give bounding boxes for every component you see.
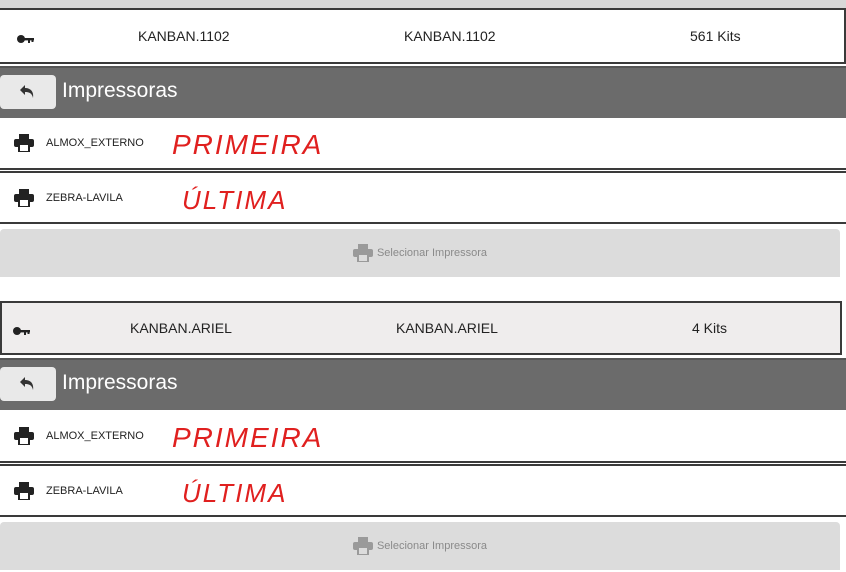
annotation-primeira: PRIMEIRA [172,129,323,160]
annotation-ultima: ÚLTIMA [182,185,287,215]
printer-name: ZEBRA-LAVILA [46,485,123,497]
select-printer-button[interactable]: Selecionar Impressora [0,229,840,277]
svg-text:PRIMEIRA: PRIMEIRA [172,129,323,160]
printer-icon [352,244,373,262]
kanban-code: KANBAN.ARIEL [130,320,232,336]
kanban-kits: 4 Kits [692,320,728,336]
svg-text:ÚLTIMA: ÚLTIMA [182,185,287,215]
svg-text:ÚLTIMA: ÚLTIMA [182,478,287,508]
kanban-description: KANBAN.ARIEL [396,320,498,336]
printer-name: ALMOX_EXTERNO [46,137,144,149]
printer-item-almox-externo[interactable]: ALMOX_EXTERNO PRIMEIRA [0,118,846,170]
svg-text:PRIMEIRA: PRIMEIRA [172,422,323,453]
kanban-row[interactable]: KANBAN.ARIEL KANBAN.ARIEL 4 Kits [0,301,842,355]
back-button[interactable] [0,75,56,109]
printers-header: Impressoras [0,358,846,410]
kanban-panel-1: KANBAN.1102 KANBAN.1102 561 Kits Impress… [0,0,846,277]
back-arrow-icon [20,85,34,98]
kanban-code: KANBAN.1102 [138,28,230,44]
printer-icon [14,189,34,212]
kanban-panel-2: KANBAN.ARIEL KANBAN.ARIEL 4 Kits Impress… [0,293,846,572]
kanban-kits: 561 Kits [690,28,741,44]
annotation-primeira: PRIMEIRA [172,422,323,453]
printer-icon [352,537,373,555]
printer-item-zebra-lavila[interactable]: ZEBRA-LAVILA ÚLTIMA [0,171,846,224]
printer-name: ALMOX_EXTERNO [46,430,144,442]
printers-header: Impressoras [0,66,846,118]
printer-item-almox-externo[interactable]: ALMOX_EXTERNO PRIMEIRA [0,411,846,463]
header-title: Impressoras [62,371,178,394]
printer-icon [14,134,34,157]
printer-item-zebra-lavila[interactable]: ZEBRA-LAVILA ÚLTIMA [0,464,846,517]
key-icon [12,323,30,341]
printer-icon [14,482,34,505]
printer-name: ZEBRA-LAVILA [46,192,123,204]
printer-icon [14,427,34,450]
select-printer-label: Selecionar Impressora [376,247,488,259]
annotation-ultima: ÚLTIMA [182,478,287,508]
kanban-description: KANBAN.1102 [404,28,496,44]
header-title: Impressoras [62,79,178,102]
select-printer-label: Selecionar Impressora [376,540,488,552]
select-printer-button[interactable]: Selecionar Impressora [0,522,840,570]
back-button[interactable] [0,367,56,401]
key-icon [16,31,34,49]
back-arrow-icon [20,377,34,390]
kanban-row[interactable]: KANBAN.1102 KANBAN.1102 561 Kits [0,8,846,64]
top-strip [0,0,846,8]
